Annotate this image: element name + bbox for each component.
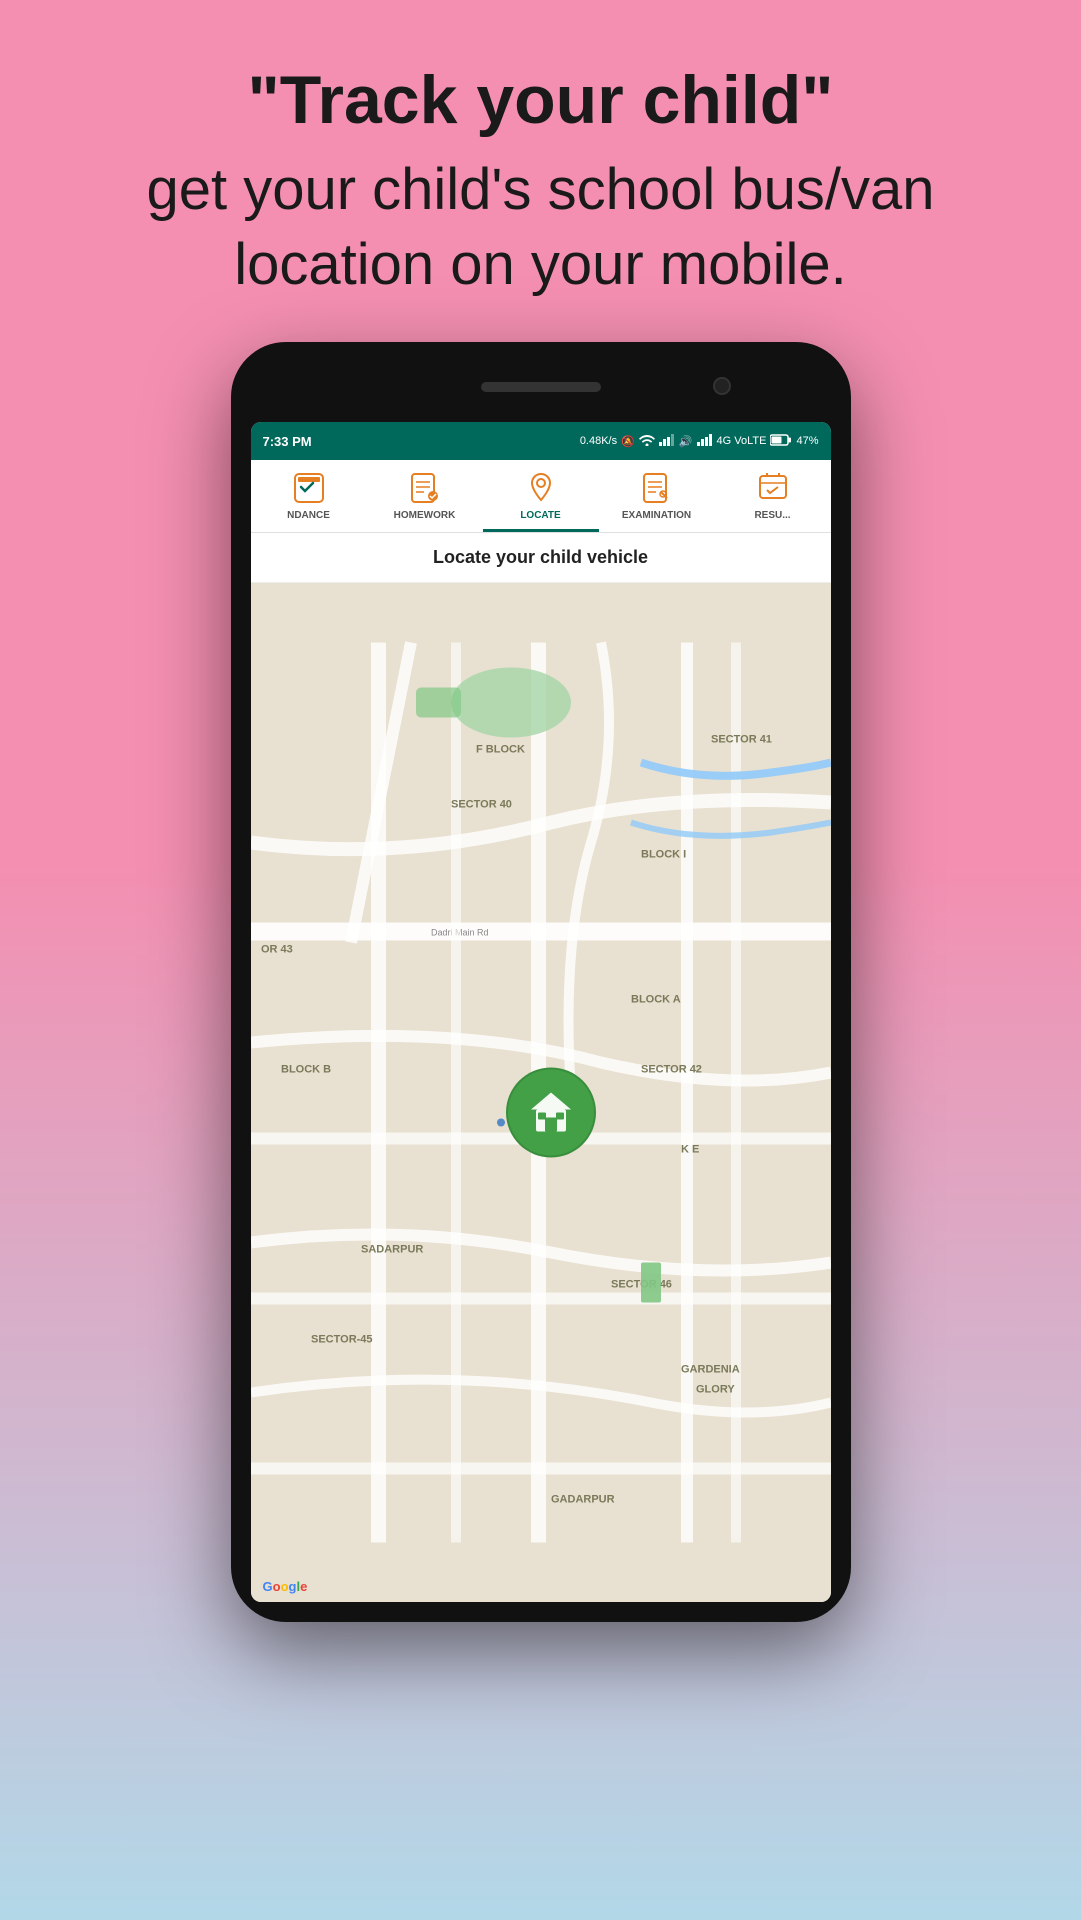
svg-text:OR 43: OR 43	[261, 944, 293, 956]
page-header: Locate your child vehicle	[251, 533, 831, 583]
google-watermark: Google	[263, 1579, 308, 1594]
4g-signal	[697, 434, 713, 449]
svg-text:F BLOCK: F BLOCK	[476, 744, 525, 756]
svg-text:SECTOR-45: SECTOR-45	[311, 1334, 373, 1346]
phone-speaker	[481, 382, 601, 392]
phone-notch	[251, 362, 831, 422]
tab-examination-label: EXAMINATION	[622, 510, 691, 521]
status-time: 7:33 PM	[263, 434, 312, 449]
tab-attendance-label: NDANCE	[287, 510, 330, 521]
map-area[interactable]: Dadri Main Rd	[251, 583, 831, 1602]
svg-text:BLOCK B: BLOCK B	[281, 1064, 331, 1076]
tab-homework[interactable]: HOMEWORK	[367, 460, 483, 532]
svg-text:SECTOR 41: SECTOR 41	[711, 734, 772, 746]
hero-section: "Track your child" get your child's scho…	[66, 0, 1014, 342]
wifi-icon	[639, 434, 655, 449]
svg-text:SADARPUR: SADARPUR	[361, 1244, 423, 1256]
svg-text:BLOCK A: BLOCK A	[631, 994, 681, 1006]
svg-text:GADARPUR: GADARPUR	[551, 1494, 615, 1506]
tab-result[interactable]: RESU...	[715, 460, 831, 532]
page-title: Locate your child vehicle	[267, 547, 815, 568]
svg-text:BLOCK I: BLOCK I	[641, 849, 686, 861]
phone-screen: 7:33 PM 0.48K/s 🔕	[251, 422, 831, 1602]
hero-title: "Track your child"	[146, 60, 934, 142]
audio-icon: 🔊	[679, 435, 693, 448]
hero-subtitle: get your child's school bus/van location…	[146, 152, 934, 303]
tab-locate[interactable]: LOCATE	[483, 460, 599, 532]
svg-text:GLORY: GLORY	[696, 1384, 735, 1396]
tab-locate-label: LOCATE	[520, 510, 560, 521]
svg-text:SECTOR 42: SECTOR 42	[641, 1064, 702, 1076]
tab-examination[interactable]: EXAMINATION	[599, 460, 715, 532]
mute-icon: 🔕	[621, 435, 635, 448]
network-type: 4G VoLTE	[717, 435, 767, 447]
status-right-group: 0.48K/s 🔕	[580, 434, 819, 449]
network-speed: 0.48K/s	[580, 435, 617, 447]
status-bar: 7:33 PM 0.48K/s 🔕	[251, 422, 831, 460]
svg-text:K E: K E	[681, 1144, 699, 1156]
battery-icon	[770, 434, 792, 449]
tab-homework-label: HOMEWORK	[394, 510, 456, 521]
tab-result-label: RESU...	[754, 510, 790, 521]
phone-camera	[713, 377, 731, 395]
svg-text:SECTOR 40: SECTOR 40	[451, 799, 512, 811]
svg-text:GARDENIA: GARDENIA	[681, 1364, 740, 1376]
battery-percent: 47%	[796, 435, 818, 447]
signal-bars	[659, 434, 675, 449]
nav-tabs: NDANCE HOMEWORK	[251, 460, 831, 533]
tab-attendance[interactable]: NDANCE	[251, 460, 367, 532]
phone-mockup: 7:33 PM 0.48K/s 🔕	[231, 342, 851, 1622]
